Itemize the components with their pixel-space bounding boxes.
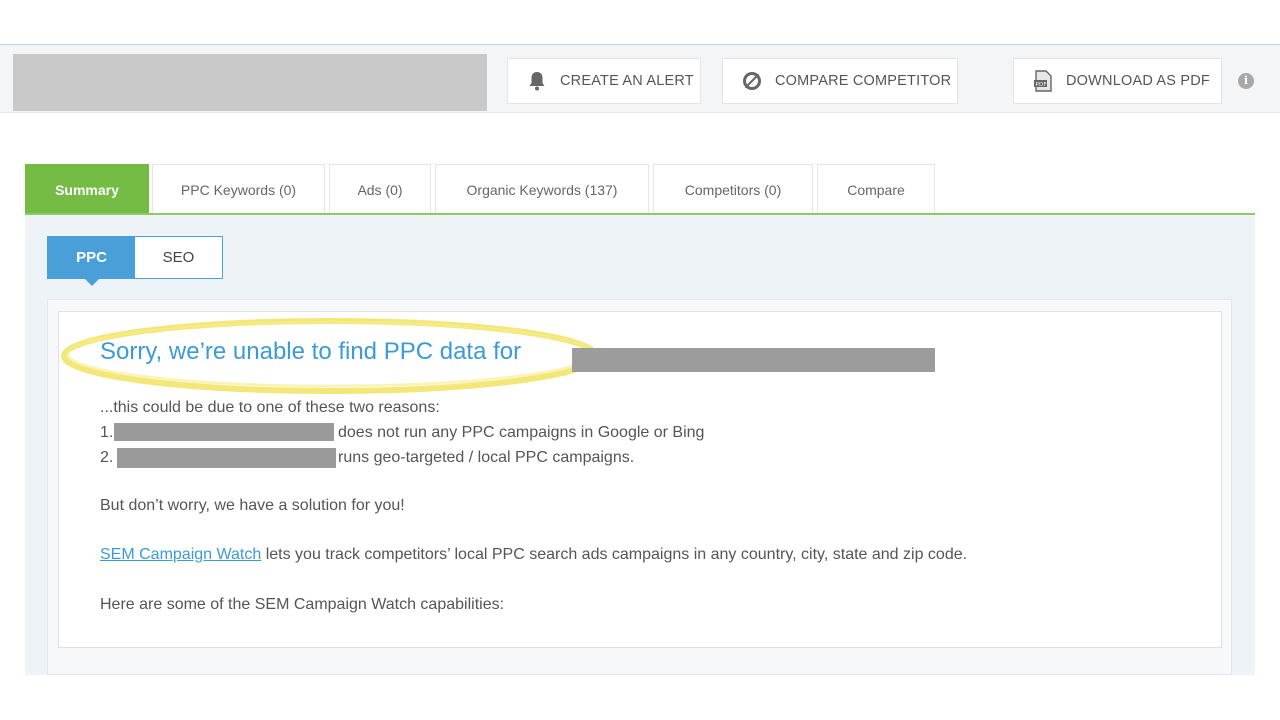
create-alert-button[interactable]: CREATE AN ALERT xyxy=(507,58,701,104)
reasons-intro: ...this could be due to one of these two… xyxy=(100,399,440,416)
reason-2-text: runs geo-targeted / local PPC campaigns. xyxy=(338,449,635,466)
tab-organic-keywords[interactable]: Organic Keywords (137) xyxy=(435,164,649,214)
redacted-domain-heading xyxy=(572,348,935,372)
tab-ads[interactable]: Ads (0) xyxy=(329,164,431,214)
create-alert-label: CREATE AN ALERT xyxy=(560,73,694,89)
ppc-seo-toggle: PPC SEO xyxy=(47,236,223,286)
toolbar: CREATE AN ALERT COMPARE COMPETITOR PDF D… xyxy=(0,45,1280,113)
no-data-heading: Sorry, we’re unable to find PPC data for xyxy=(100,338,522,365)
tab-ppc-keywords[interactable]: PPC Keywords (0) xyxy=(152,164,325,214)
info-icon[interactable]: i xyxy=(1238,73,1254,89)
redacted-domain-reason-2 xyxy=(117,448,336,468)
reason-1-number: 1. xyxy=(100,424,114,441)
toggle-seo[interactable]: SEO xyxy=(135,237,222,278)
bell-icon xyxy=(526,70,548,92)
tab-compare[interactable]: Compare xyxy=(817,164,935,214)
tab-summary[interactable]: Summary xyxy=(25,164,149,214)
pdf-icon: PDF xyxy=(1032,70,1054,92)
reason-1-text: does not run any PPC campaigns in Google… xyxy=(338,424,705,441)
redacted-domain-field xyxy=(13,54,487,111)
redacted-domain-reason-1 xyxy=(114,423,334,441)
reassurance-text: But don’t worry, we have a solution for … xyxy=(100,497,405,514)
tab-competitors[interactable]: Competitors (0) xyxy=(653,164,813,214)
solution-text: lets you track competitors’ local PPC se… xyxy=(261,546,968,563)
compare-icon xyxy=(741,70,763,92)
capabilities-text: Here are some of the SEM Campaign Watch … xyxy=(100,596,505,613)
sem-campaign-watch-link[interactable]: SEM Campaign Watch xyxy=(100,546,261,563)
compare-competitor-button[interactable]: COMPARE COMPETITOR xyxy=(722,58,958,104)
download-pdf-label: DOWNLOAD AS PDF xyxy=(1066,73,1210,89)
toggle-ppc[interactable]: PPC xyxy=(48,237,135,286)
svg-text:PDF: PDF xyxy=(1036,82,1047,88)
download-pdf-button[interactable]: PDF DOWNLOAD AS PDF xyxy=(1013,58,1222,104)
solution-paragraph: SEM Campaign Watch lets you track compet… xyxy=(100,546,967,564)
compare-competitor-label: COMPARE COMPETITOR xyxy=(775,73,952,89)
reason-2-number: 2. xyxy=(100,449,114,466)
